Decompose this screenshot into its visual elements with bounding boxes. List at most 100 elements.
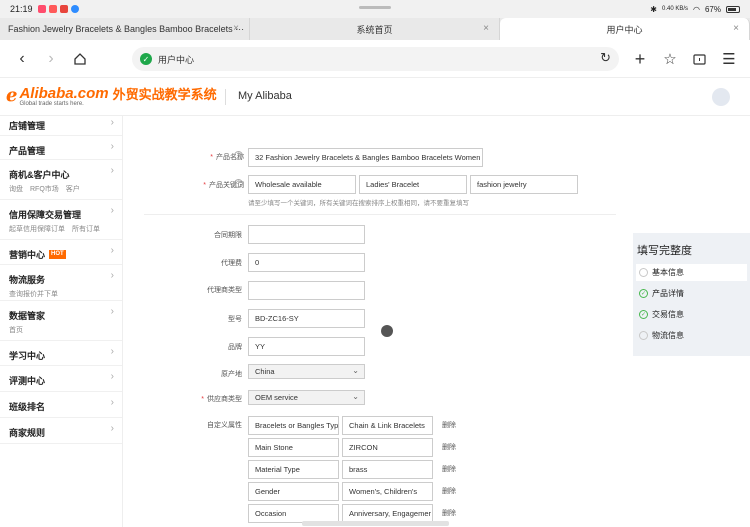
app-notification-icon: [59, 5, 68, 13]
help-icon[interactable]: ?: [234, 151, 243, 160]
close-icon[interactable]: ×: [233, 23, 239, 34]
sidebar-sub-inquiry[interactable]: 询盘: [9, 184, 23, 194]
sidebar-item-evaluation[interactable]: 评测中心 ›: [0, 366, 122, 392]
sidebar-sub-quote[interactable]: 查询报价并下单: [9, 289, 58, 299]
completeness-item-logistics[interactable]: ✓ 物流信息: [636, 327, 747, 344]
supplier-type-select[interactable]: OEM service ⌄: [248, 390, 365, 405]
tab-label: 用户中心: [606, 24, 643, 35]
origin-select[interactable]: China ⌄: [248, 364, 365, 379]
sidebar-item-label: 店铺管理: [9, 121, 46, 131]
avatar[interactable]: [712, 88, 730, 106]
custom-attr-value-input[interactable]: Chain & Link Bracelets: [342, 416, 433, 435]
model-input[interactable]: BD-ZC16-SY: [248, 309, 365, 328]
supplier-type-label: * 供应商类型: [201, 396, 242, 403]
check-circle-icon: ✓: [639, 331, 648, 340]
sidebar-item-learning[interactable]: 学习中心 ›: [0, 341, 122, 366]
custom-attr-value-input[interactable]: brass: [342, 460, 433, 479]
brand-label: 品牌: [228, 344, 242, 351]
bookmark-star-icon[interactable]: ☆: [660, 49, 680, 69]
sidebar-item-products[interactable]: 产品管理 ›: [0, 136, 122, 160]
tab-user-center[interactable]: 用户中心 ×: [500, 18, 750, 40]
delete-link[interactable]: 删除: [442, 508, 456, 518]
sidebar-item-data[interactable]: 数据管家 首页 ›: [0, 301, 122, 341]
app-notification-icon: [48, 5, 57, 13]
horizontal-scrollbar[interactable]: [302, 521, 449, 526]
keywords-hint: 请至少填写一个关键词，所有关键词在搜索排序上权重相同，请不要重复填写: [248, 200, 469, 207]
home-icon[interactable]: [71, 50, 89, 68]
bluetooth-icon: ✱: [650, 4, 657, 14]
new-tab-icon[interactable]: +: [630, 49, 650, 69]
custom-attr-value-input[interactable]: Women's, Children's: [342, 482, 433, 501]
completeness-item-basic[interactable]: ✓ 基本信息: [636, 264, 747, 281]
custom-attr-name-input[interactable]: Gender: [248, 482, 339, 501]
sidebar: 店铺管理 › 产品管理 › 商机&客户中心 询盘 RFQ市场 客户 › 信用保障…: [0, 116, 123, 527]
alibaba-logo[interactable]: ℯ Alibaba.com Global trade starts here. …: [6, 86, 217, 108]
sidebar-item-marketing[interactable]: 营销中心 HOT ›: [0, 240, 122, 265]
address-text: 用户中心: [158, 54, 195, 65]
sidebar-item-ranking[interactable]: 班级排名 ›: [0, 392, 122, 418]
agency-fee-input[interactable]: 0: [248, 253, 365, 272]
sidebar-item-rules[interactable]: 商家规则 ›: [0, 418, 122, 444]
completeness-item-trade[interactable]: ✓ 交易信息: [636, 306, 747, 323]
chevron-right-icon: ›: [110, 306, 114, 317]
custom-attr-value-input[interactable]: ZIRCON: [342, 438, 433, 457]
chevron-down-icon: ⌄: [352, 366, 359, 375]
wifi-icon: ◠: [693, 4, 700, 14]
sidebar-item-logistics[interactable]: 物流服务 查询报价并下单 ›: [0, 265, 122, 301]
sidebar-item-trade-assurance[interactable]: 信用保障交易管理 起草信用保障订单 所有订单 ›: [0, 200, 122, 240]
custom-attr-name-input[interactable]: Main Stone: [248, 438, 339, 457]
tabs-icon[interactable]: [689, 49, 709, 69]
chevron-right-icon: ›: [110, 165, 114, 176]
close-icon[interactable]: ×: [733, 23, 739, 34]
delete-link[interactable]: 删除: [442, 464, 456, 474]
check-circle-icon: ✓: [639, 268, 648, 277]
my-alibaba-link[interactable]: My Alibaba: [238, 90, 292, 102]
sidebar-sub-home[interactable]: 首页: [9, 325, 23, 335]
app-notification-icon: [37, 5, 46, 13]
keyword-input-2[interactable]: Ladies' Bracelet: [359, 175, 467, 194]
app-notification-icon: [70, 5, 79, 13]
chevron-right-icon: ›: [110, 397, 114, 408]
product-name-input[interactable]: 32 Fashion Jewelry Bracelets & Bangles B…: [248, 148, 483, 167]
custom-attr-label: 自定义属性: [207, 422, 242, 429]
sidebar-item-store[interactable]: 店铺管理 ›: [0, 116, 122, 136]
completeness-item-label: 基本信息: [652, 268, 684, 277]
delete-link[interactable]: 删除: [442, 442, 456, 452]
sidebar-sub-draft-order[interactable]: 起草信用保障订单: [9, 224, 65, 234]
hot-badge: HOT: [49, 250, 66, 259]
completeness-item-label: 交易信息: [652, 310, 684, 319]
completeness-item-details[interactable]: ✓ 产品详情: [636, 285, 747, 302]
status-bar: 21:19 ✱ 0.40 KB/s ◠ 67%: [0, 0, 750, 18]
keyword-input-1[interactable]: Wholesale available: [248, 175, 356, 194]
tab-product[interactable]: Fashion Jewelry Bracelets & Bangles Bamb…: [0, 18, 250, 40]
sidebar-item-label: 商家规则: [9, 428, 46, 438]
sidebar-item-label: 营销中心: [9, 250, 46, 260]
chevron-right-icon: ›: [110, 205, 114, 216]
help-icon[interactable]: ?: [234, 179, 243, 188]
menu-icon[interactable]: ☰: [719, 49, 739, 69]
sidebar-sub-all-orders[interactable]: 所有订单: [72, 224, 100, 234]
sidebar-item-business[interactable]: 商机&客户中心 询盘 RFQ市场 客户 ›: [0, 160, 122, 200]
keyword-input-3[interactable]: fashion jewelry: [470, 175, 578, 194]
close-icon[interactable]: ×: [483, 23, 489, 34]
delete-link[interactable]: 删除: [442, 486, 456, 496]
forward-icon[interactable]: ›: [42, 50, 60, 68]
secure-shield-icon: ✓: [140, 53, 152, 65]
custom-attr-name-input[interactable]: Material Type: [248, 460, 339, 479]
delete-link[interactable]: 删除: [442, 420, 456, 430]
tab-label: 系统首页: [356, 24, 393, 35]
sidebar-sub-rfq[interactable]: RFQ市场: [30, 184, 59, 194]
sidebar-item-label: 信用保障交易管理: [9, 210, 82, 220]
tab-system-home[interactable]: 系统首页 ×: [250, 18, 500, 40]
contract-input[interactable]: [248, 225, 365, 244]
sidebar-sub-customers[interactable]: 客户: [66, 184, 80, 194]
brand-input[interactable]: YY: [248, 337, 365, 356]
custom-attr-name-input[interactable]: Bracelets or Bangles Typ: [248, 416, 339, 435]
reload-icon[interactable]: ↻: [600, 50, 611, 66]
agent-type-input[interactable]: [248, 281, 365, 300]
check-circle-icon: ✓: [639, 289, 648, 298]
window-handle[interactable]: [359, 6, 391, 9]
address-bar[interactable]: ✓ 用户中心 ↻: [132, 47, 619, 71]
browser-toolbar: ‹ › ✓ 用户中心 ↻ + ☆ ☰: [0, 40, 750, 78]
back-icon[interactable]: ‹: [13, 50, 31, 68]
